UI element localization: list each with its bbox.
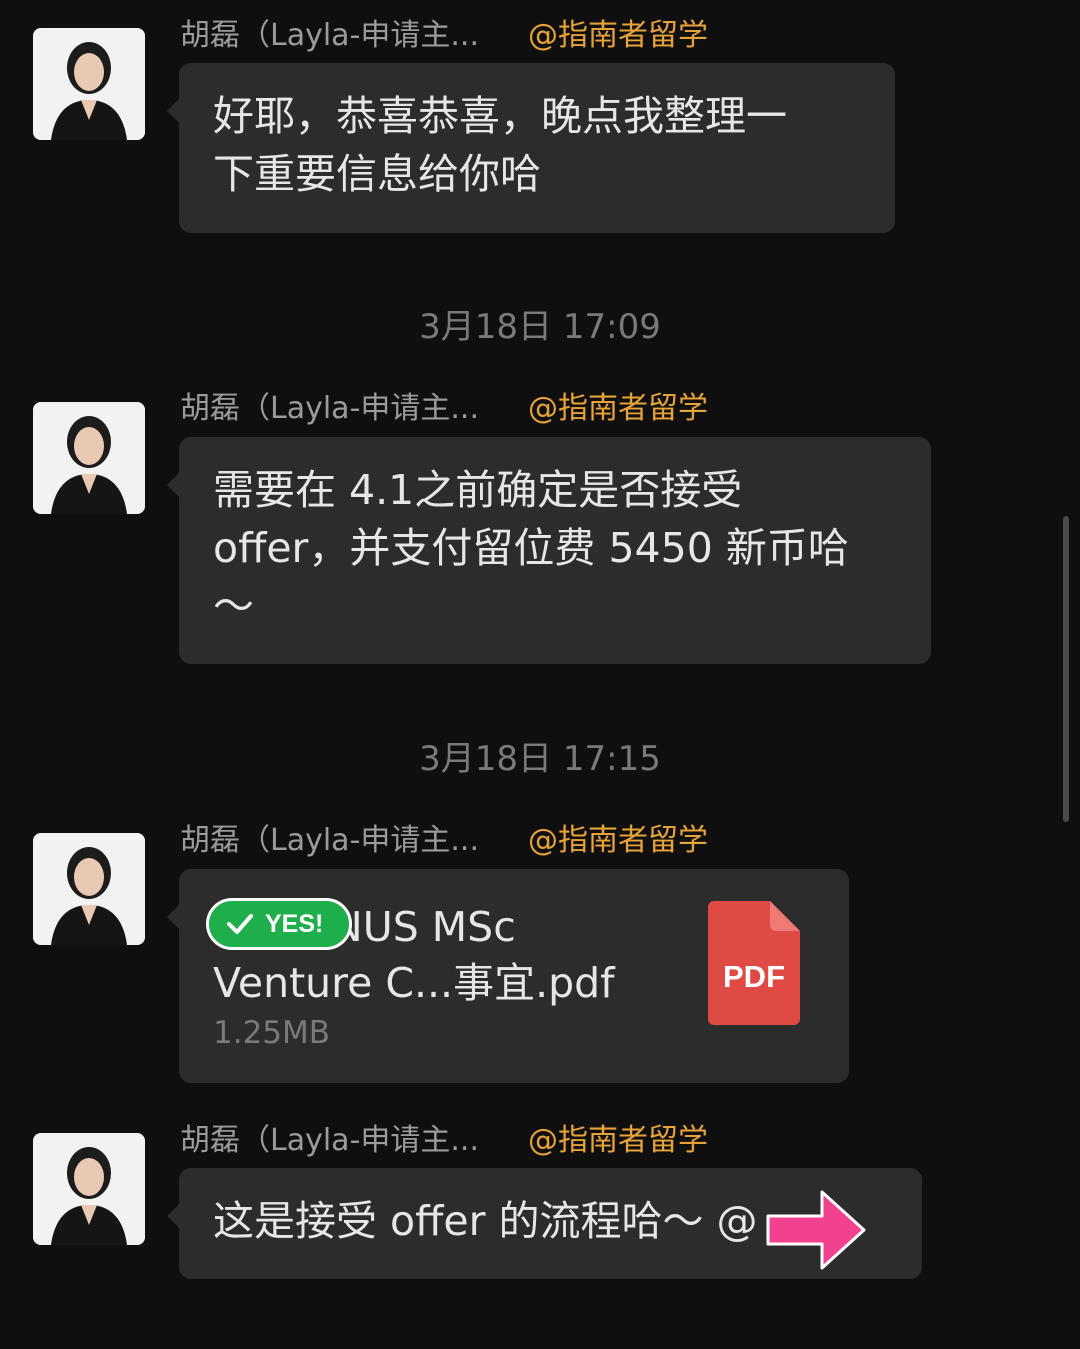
timestamp: 3月18日 17:15	[419, 739, 661, 779]
timestamp: 3月18日 17:09	[419, 307, 661, 347]
avatar[interactable]	[33, 28, 145, 140]
person-avatar-icon	[33, 1133, 145, 1245]
sender-name[interactable]: 胡磊（Layla-申请主...	[180, 389, 479, 429]
scrollbar[interactable]	[1063, 516, 1069, 822]
sender-name[interactable]: 胡磊（Layla-申请主...	[180, 821, 479, 861]
sender-name[interactable]: 胡磊（Layla-申请主...	[180, 1121, 479, 1161]
person-avatar-icon	[33, 402, 145, 514]
message-text: 好耶，恭喜恭喜，晚点我整理一 下重要信息给你哈	[213, 92, 787, 198]
avatar[interactable]	[33, 1133, 145, 1245]
message-bubble[interactable]: 需要在 4.1之前确定是否接受 offer，并支付留位费 5450 新币哈 ～	[167, 437, 931, 664]
avatar[interactable]	[33, 833, 145, 945]
org-tag: @指南者留学	[528, 823, 708, 858]
org-tag: @指南者留学	[528, 391, 708, 426]
avatar[interactable]	[33, 402, 145, 514]
message-bubble[interactable]: 好耶，恭喜恭喜，晚点我整理一 下重要信息给你哈	[167, 63, 895, 233]
checkmark-icon	[227, 914, 253, 934]
file-size: 1.25MB	[213, 1015, 331, 1051]
pink-arrow-icon	[764, 1188, 868, 1272]
org-tag: @指南者留学	[528, 1123, 708, 1158]
org-tag: @指南者留学	[528, 18, 708, 53]
sender-name[interactable]: 胡磊（Layla-申请主...	[180, 16, 479, 56]
pdf-label: PDF	[723, 959, 785, 994]
pdf-file-icon: PDF	[708, 901, 800, 1025]
yes-badge: YES!	[206, 898, 352, 950]
message-text: 需要在 4.1之前确定是否接受 offer，并支付留位费 5450 新币哈 ～	[213, 466, 849, 630]
yes-badge-text: YES!	[265, 910, 324, 938]
person-avatar-icon	[33, 833, 145, 945]
person-avatar-icon	[33, 28, 145, 140]
